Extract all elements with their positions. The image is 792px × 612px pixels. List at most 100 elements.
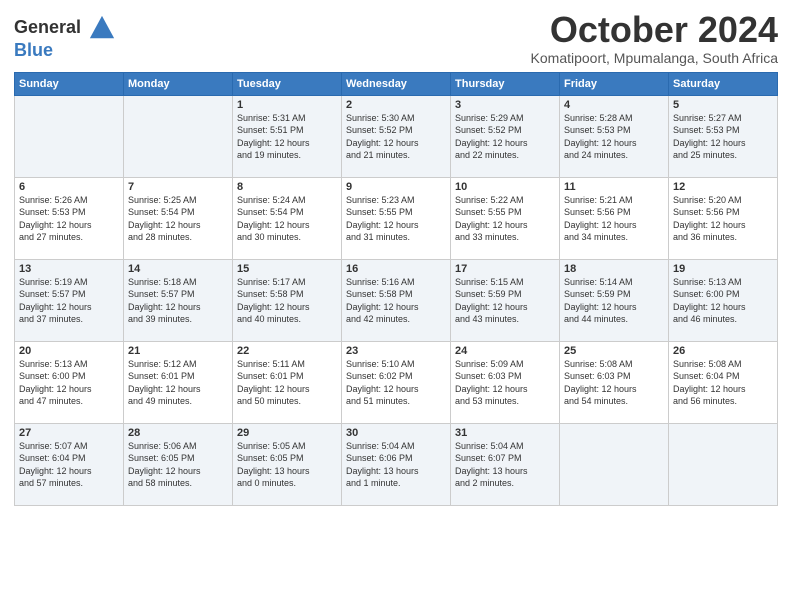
day-info: Sunrise: 5:31 AM Sunset: 5:51 PM Dayligh… (237, 112, 337, 162)
day-info: Sunrise: 5:05 AM Sunset: 6:05 PM Dayligh… (237, 440, 337, 490)
day-cell: 27Sunrise: 5:07 AM Sunset: 6:04 PM Dayli… (15, 423, 124, 505)
day-info: Sunrise: 5:20 AM Sunset: 5:56 PM Dayligh… (673, 194, 773, 244)
day-number: 4 (564, 99, 664, 111)
week-row-5: 27Sunrise: 5:07 AM Sunset: 6:04 PM Dayli… (15, 423, 778, 505)
header-day-monday: Monday (124, 72, 233, 95)
day-number: 22 (237, 345, 337, 357)
day-number: 3 (455, 99, 555, 111)
day-info: Sunrise: 5:13 AM Sunset: 6:00 PM Dayligh… (19, 358, 119, 408)
logo-icon (88, 14, 116, 42)
day-number: 5 (673, 99, 773, 111)
logo-text: General Blue (14, 14, 116, 61)
day-cell: 14Sunrise: 5:18 AM Sunset: 5:57 PM Dayli… (124, 259, 233, 341)
day-cell: 15Sunrise: 5:17 AM Sunset: 5:58 PM Dayli… (233, 259, 342, 341)
day-number: 30 (346, 427, 446, 439)
day-cell (560, 423, 669, 505)
header-day-friday: Friday (560, 72, 669, 95)
page-container: General Blue October 2024 Komatipoort, M… (0, 0, 792, 516)
day-number: 20 (19, 345, 119, 357)
day-number: 23 (346, 345, 446, 357)
day-info: Sunrise: 5:26 AM Sunset: 5:53 PM Dayligh… (19, 194, 119, 244)
day-number: 2 (346, 99, 446, 111)
day-cell: 16Sunrise: 5:16 AM Sunset: 5:58 PM Dayli… (342, 259, 451, 341)
day-number: 19 (673, 263, 773, 275)
day-number: 31 (455, 427, 555, 439)
day-cell: 28Sunrise: 5:06 AM Sunset: 6:05 PM Dayli… (124, 423, 233, 505)
day-info: Sunrise: 5:18 AM Sunset: 5:57 PM Dayligh… (128, 276, 228, 326)
day-cell: 24Sunrise: 5:09 AM Sunset: 6:03 PM Dayli… (451, 341, 560, 423)
day-number: 27 (19, 427, 119, 439)
day-cell (669, 423, 778, 505)
day-cell: 12Sunrise: 5:20 AM Sunset: 5:56 PM Dayli… (669, 177, 778, 259)
day-cell: 3Sunrise: 5:29 AM Sunset: 5:52 PM Daylig… (451, 95, 560, 177)
day-cell: 31Sunrise: 5:04 AM Sunset: 6:07 PM Dayli… (451, 423, 560, 505)
day-number: 11 (564, 181, 664, 193)
day-info: Sunrise: 5:08 AM Sunset: 6:04 PM Dayligh… (673, 358, 773, 408)
day-cell: 9Sunrise: 5:23 AM Sunset: 5:55 PM Daylig… (342, 177, 451, 259)
day-info: Sunrise: 5:27 AM Sunset: 5:53 PM Dayligh… (673, 112, 773, 162)
logo: General Blue (14, 14, 116, 61)
day-cell: 19Sunrise: 5:13 AM Sunset: 6:00 PM Dayli… (669, 259, 778, 341)
day-info: Sunrise: 5:07 AM Sunset: 6:04 PM Dayligh… (19, 440, 119, 490)
day-number: 13 (19, 263, 119, 275)
day-info: Sunrise: 5:24 AM Sunset: 5:54 PM Dayligh… (237, 194, 337, 244)
day-number: 21 (128, 345, 228, 357)
calendar-header-row: SundayMondayTuesdayWednesdayThursdayFrid… (15, 72, 778, 95)
day-info: Sunrise: 5:23 AM Sunset: 5:55 PM Dayligh… (346, 194, 446, 244)
day-number: 29 (237, 427, 337, 439)
day-cell: 10Sunrise: 5:22 AM Sunset: 5:55 PM Dayli… (451, 177, 560, 259)
day-info: Sunrise: 5:30 AM Sunset: 5:52 PM Dayligh… (346, 112, 446, 162)
day-number: 12 (673, 181, 773, 193)
day-info: Sunrise: 5:08 AM Sunset: 6:03 PM Dayligh… (564, 358, 664, 408)
day-info: Sunrise: 5:17 AM Sunset: 5:58 PM Dayligh… (237, 276, 337, 326)
day-info: Sunrise: 5:12 AM Sunset: 6:01 PM Dayligh… (128, 358, 228, 408)
day-number: 17 (455, 263, 555, 275)
day-cell: 6Sunrise: 5:26 AM Sunset: 5:53 PM Daylig… (15, 177, 124, 259)
day-cell: 13Sunrise: 5:19 AM Sunset: 5:57 PM Dayli… (15, 259, 124, 341)
week-row-3: 13Sunrise: 5:19 AM Sunset: 5:57 PM Dayli… (15, 259, 778, 341)
day-info: Sunrise: 5:29 AM Sunset: 5:52 PM Dayligh… (455, 112, 555, 162)
day-number: 16 (346, 263, 446, 275)
week-row-1: 1Sunrise: 5:31 AM Sunset: 5:51 PM Daylig… (15, 95, 778, 177)
day-number: 15 (237, 263, 337, 275)
day-number: 24 (455, 345, 555, 357)
day-number: 9 (346, 181, 446, 193)
day-info: Sunrise: 5:11 AM Sunset: 6:01 PM Dayligh… (237, 358, 337, 408)
day-info: Sunrise: 5:21 AM Sunset: 5:56 PM Dayligh… (564, 194, 664, 244)
day-info: Sunrise: 5:15 AM Sunset: 5:59 PM Dayligh… (455, 276, 555, 326)
day-cell: 22Sunrise: 5:11 AM Sunset: 6:01 PM Dayli… (233, 341, 342, 423)
day-number: 25 (564, 345, 664, 357)
day-number: 18 (564, 263, 664, 275)
day-info: Sunrise: 5:28 AM Sunset: 5:53 PM Dayligh… (564, 112, 664, 162)
day-number: 6 (19, 181, 119, 193)
header-day-wednesday: Wednesday (342, 72, 451, 95)
header-day-sunday: Sunday (15, 72, 124, 95)
day-number: 14 (128, 263, 228, 275)
day-info: Sunrise: 5:16 AM Sunset: 5:58 PM Dayligh… (346, 276, 446, 326)
day-cell: 7Sunrise: 5:25 AM Sunset: 5:54 PM Daylig… (124, 177, 233, 259)
day-cell (124, 95, 233, 177)
day-cell (15, 95, 124, 177)
day-info: Sunrise: 5:19 AM Sunset: 5:57 PM Dayligh… (19, 276, 119, 326)
day-info: Sunrise: 5:25 AM Sunset: 5:54 PM Dayligh… (128, 194, 228, 244)
day-cell: 25Sunrise: 5:08 AM Sunset: 6:03 PM Dayli… (560, 341, 669, 423)
day-number: 10 (455, 181, 555, 193)
day-cell: 1Sunrise: 5:31 AM Sunset: 5:51 PM Daylig… (233, 95, 342, 177)
location-subtitle: Komatipoort, Mpumalanga, South Africa (531, 50, 778, 66)
day-info: Sunrise: 5:09 AM Sunset: 6:03 PM Dayligh… (455, 358, 555, 408)
day-cell: 5Sunrise: 5:27 AM Sunset: 5:53 PM Daylig… (669, 95, 778, 177)
day-number: 8 (237, 181, 337, 193)
day-number: 1 (237, 99, 337, 111)
day-cell: 18Sunrise: 5:14 AM Sunset: 5:59 PM Dayli… (560, 259, 669, 341)
day-cell: 8Sunrise: 5:24 AM Sunset: 5:54 PM Daylig… (233, 177, 342, 259)
header-day-thursday: Thursday (451, 72, 560, 95)
header-day-saturday: Saturday (669, 72, 778, 95)
title-area: October 2024 Komatipoort, Mpumalanga, So… (531, 10, 778, 66)
day-cell: 17Sunrise: 5:15 AM Sunset: 5:59 PM Dayli… (451, 259, 560, 341)
day-cell: 2Sunrise: 5:30 AM Sunset: 5:52 PM Daylig… (342, 95, 451, 177)
day-info: Sunrise: 5:06 AM Sunset: 6:05 PM Dayligh… (128, 440, 228, 490)
day-info: Sunrise: 5:04 AM Sunset: 6:07 PM Dayligh… (455, 440, 555, 490)
day-cell: 11Sunrise: 5:21 AM Sunset: 5:56 PM Dayli… (560, 177, 669, 259)
day-cell: 30Sunrise: 5:04 AM Sunset: 6:06 PM Dayli… (342, 423, 451, 505)
day-number: 28 (128, 427, 228, 439)
